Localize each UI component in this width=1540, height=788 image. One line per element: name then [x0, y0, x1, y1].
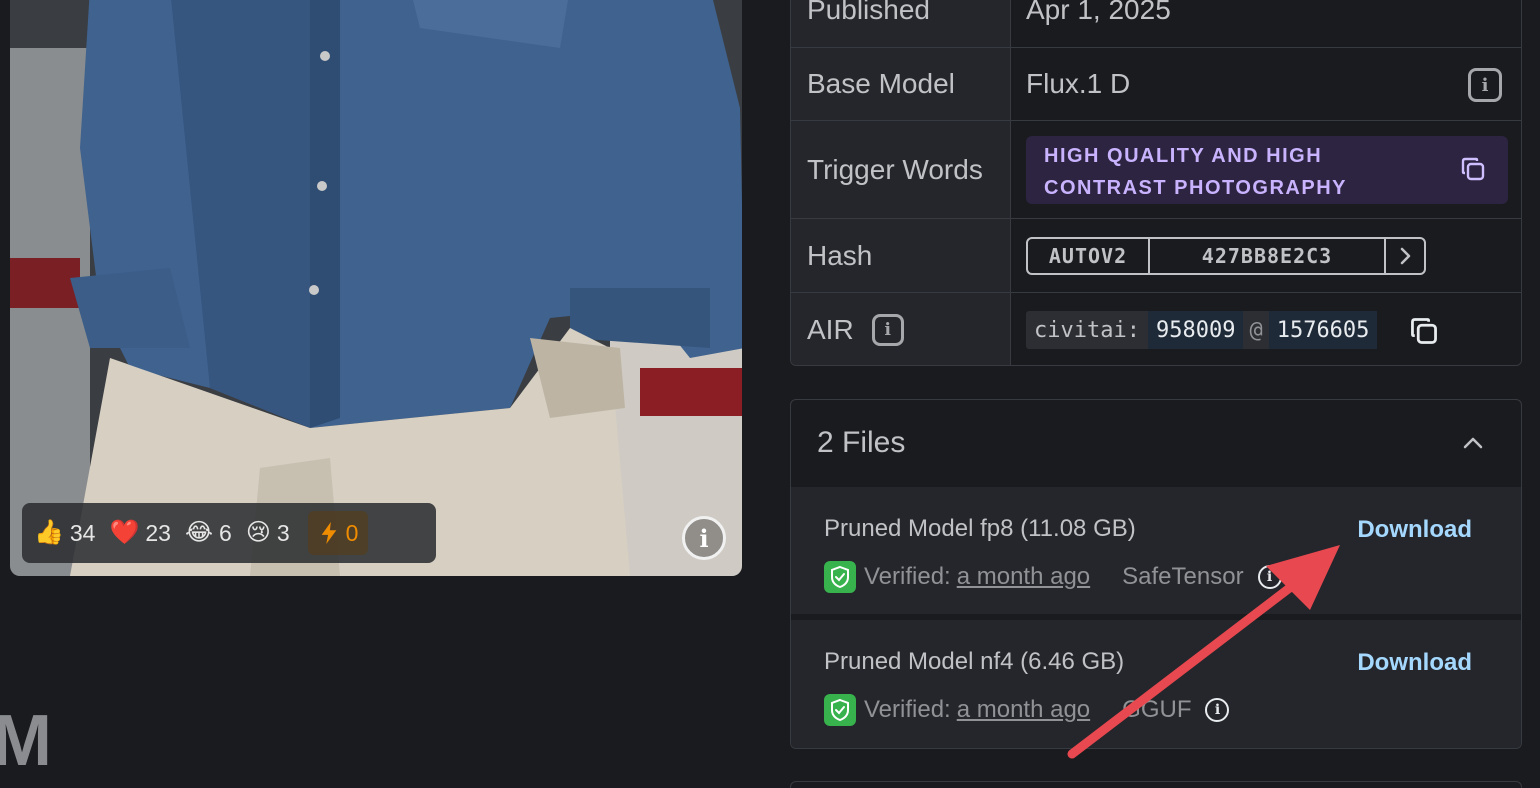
verified-shield-icon: [824, 694, 856, 726]
files-accordion-header[interactable]: 2 Files: [791, 400, 1521, 486]
info-icon[interactable]: i: [1468, 68, 1502, 102]
model-preview-image[interactable]: 👍 34 ❤️ 23 😂 6 😢 3 0 i: [10, 0, 742, 576]
info-icon[interactable]: i: [871, 314, 904, 346]
reaction-laugh[interactable]: 😂 6: [181, 511, 242, 555]
trigger-word-text: HIGH QUALITY AND HIGH CONTRAST PHOTOGRAP…: [1044, 144, 1347, 199]
thumbs-up-icon: 👍: [34, 519, 64, 546]
reaction-bar: 👍 34 ❤️ 23 😂 6 😢 3 0: [22, 503, 436, 563]
download-button[interactable]: Download: [1357, 649, 1472, 677]
hash-cell: AUTOV2 427BB8E2C3: [1011, 219, 1521, 292]
verified-date-link[interactable]: a month ago: [957, 696, 1090, 724]
next-section-card: [790, 781, 1522, 788]
trigger-word-badge[interactable]: HIGH QUALITY AND HIGH CONTRAST PHOTOGRAP…: [1026, 135, 1508, 204]
chevron-right-icon: [1400, 247, 1411, 264]
cry-icon: 😢: [245, 519, 271, 546]
file-name: Pruned Model nf4 (6.46 GB): [824, 648, 1125, 675]
tip-buzz-button[interactable]: 0: [307, 511, 369, 555]
base-model-cell: Flux.1 D i: [1011, 48, 1521, 120]
verified-label: Verified:: [864, 696, 951, 723]
air-label: AIR: [807, 314, 854, 345]
file-name: Pruned Model fp8 (11.08 GB): [824, 515, 1136, 542]
laugh-icon: 😂: [184, 519, 214, 546]
published-label: Published: [791, 0, 1011, 47]
preview-photo: [10, 0, 742, 576]
heart-icon: ❤️: [109, 519, 140, 546]
reaction-count: 23: [145, 519, 171, 546]
file-meta: Verified: a month ago SafeTensor i: [824, 561, 1282, 593]
air-cell: civitai: 958009 @ 1576605: [1011, 293, 1521, 365]
copy-icon[interactable]: [1460, 156, 1486, 182]
details-row-trigger-words: Trigger Words HIGH QUALITY AND HIGH CONT…: [791, 121, 1521, 219]
partial-heading-text: M: [0, 701, 52, 781]
reaction-count: 34: [69, 519, 96, 546]
air-model-id: 958009: [1147, 311, 1244, 349]
trigger-words-cell: HIGH QUALITY AND HIGH CONTRAST PHOTOGRAP…: [1011, 121, 1521, 218]
file-item: Pruned Model fp8 (11.08 GB) Download Ver…: [791, 486, 1521, 614]
info-icon[interactable]: i: [1205, 698, 1230, 722]
verified-shield-icon: [824, 561, 856, 593]
published-value: Apr 1, 2025: [1011, 0, 1521, 47]
model-details-table: Published Apr 1, 2025 Base Model Flux.1 …: [790, 0, 1522, 366]
details-row-published: Published Apr 1, 2025: [791, 0, 1521, 48]
file-format: SafeTensor: [1122, 563, 1244, 590]
files-accordion: 2 Files Pruned Model fp8 (11.08 GB) Down…: [790, 399, 1522, 749]
verified-date-link[interactable]: a month ago: [957, 563, 1090, 591]
reaction-count: 3: [276, 519, 290, 546]
air-prefix: civitai:: [1034, 317, 1140, 343]
air-at: @: [1249, 317, 1263, 343]
reaction-cry[interactable]: 😢 3: [242, 511, 300, 555]
download-button[interactable]: Download: [1357, 516, 1472, 544]
files-title: 2 Files: [817, 426, 906, 459]
air-identifier: civitai: 958009 @ 1576605: [1026, 311, 1378, 349]
air-version-id: 1576605: [1268, 311, 1378, 349]
lightning-bolt-icon: [321, 522, 336, 544]
chevron-up-icon[interactable]: [1461, 431, 1485, 455]
details-row-hash: Hash AUTOV2 427BB8E2C3: [791, 219, 1521, 293]
hash-value[interactable]: 427BB8E2C3: [1150, 238, 1386, 273]
tip-count: 0: [345, 519, 359, 546]
copy-icon[interactable]: [1409, 316, 1439, 346]
reaction-heart[interactable]: ❤️ 23: [105, 511, 180, 555]
image-info-button[interactable]: i: [682, 516, 726, 560]
base-model-value: Flux.1 D: [1026, 68, 1131, 99]
info-icon: i: [699, 523, 709, 553]
air-label-cell: AIR i: [791, 293, 1011, 365]
hash-label: Hash: [791, 219, 1011, 292]
hash-selector: AUTOV2 427BB8E2C3: [1026, 236, 1426, 275]
details-row-base-model: Base Model Flux.1 D i: [791, 48, 1521, 121]
info-icon[interactable]: i: [1257, 565, 1282, 589]
trigger-words-label: Trigger Words: [791, 121, 1011, 218]
details-row-air: AIR i civitai: 958009 @ 1576605: [791, 293, 1521, 365]
verified-label: Verified:: [864, 563, 951, 590]
reaction-count: 6: [219, 519, 232, 546]
hash-next-button[interactable]: [1386, 239, 1424, 273]
base-model-label: Base Model: [791, 48, 1011, 120]
file-format: GGUF: [1122, 696, 1192, 723]
hash-type[interactable]: AUTOV2: [1028, 238, 1150, 273]
file-meta: Verified: a month ago GGUF i: [824, 694, 1230, 726]
file-item: Pruned Model nf4 (6.46 GB) Download Veri…: [791, 619, 1521, 748]
reaction-like[interactable]: 👍 34: [30, 511, 105, 555]
